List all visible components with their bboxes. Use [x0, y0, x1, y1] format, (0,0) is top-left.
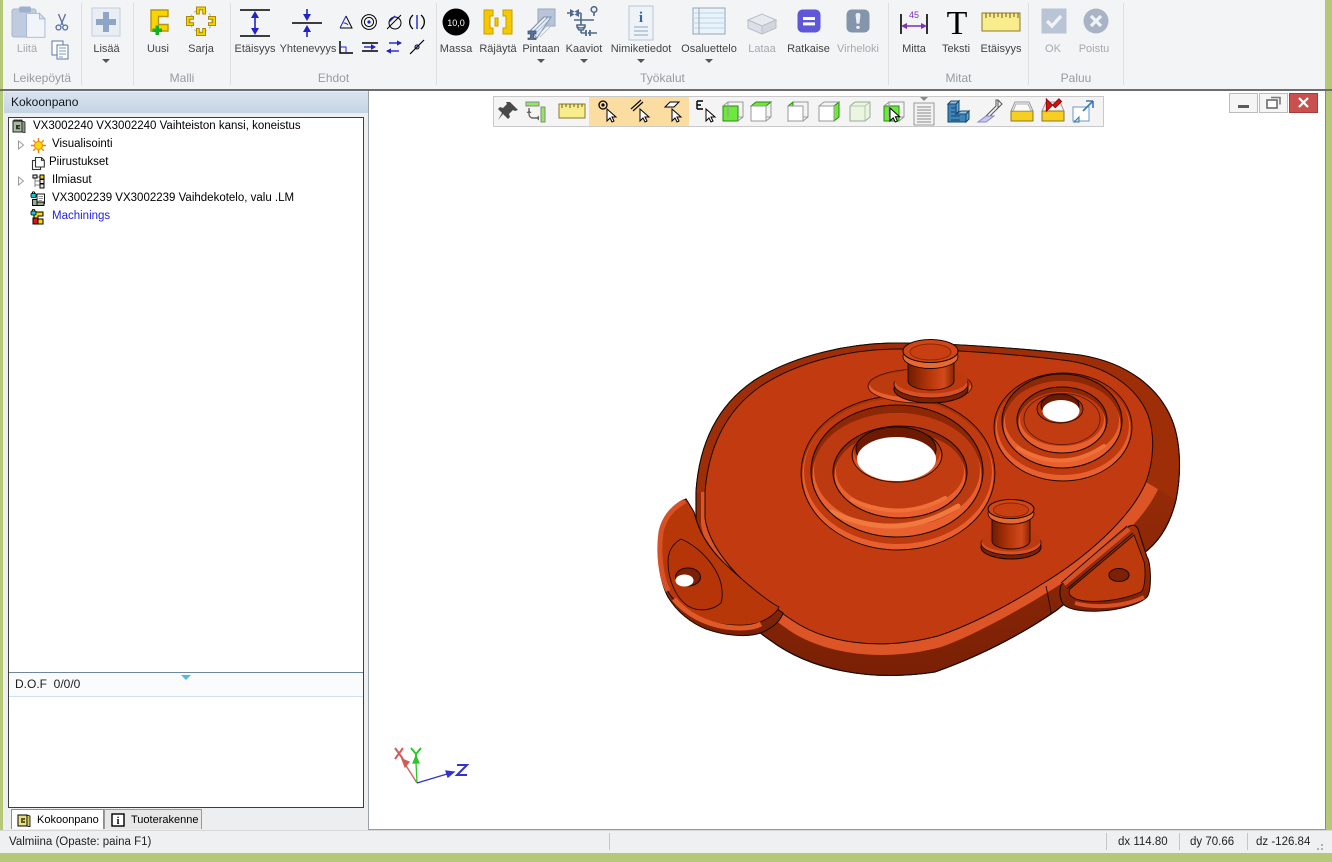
svg-text:45: 45	[909, 10, 919, 20]
svg-text:T: T	[947, 6, 968, 40]
svg-text:10,0: 10,0	[447, 18, 465, 28]
svg-text:i: i	[117, 816, 120, 827]
svg-text:i: i	[639, 10, 643, 26]
